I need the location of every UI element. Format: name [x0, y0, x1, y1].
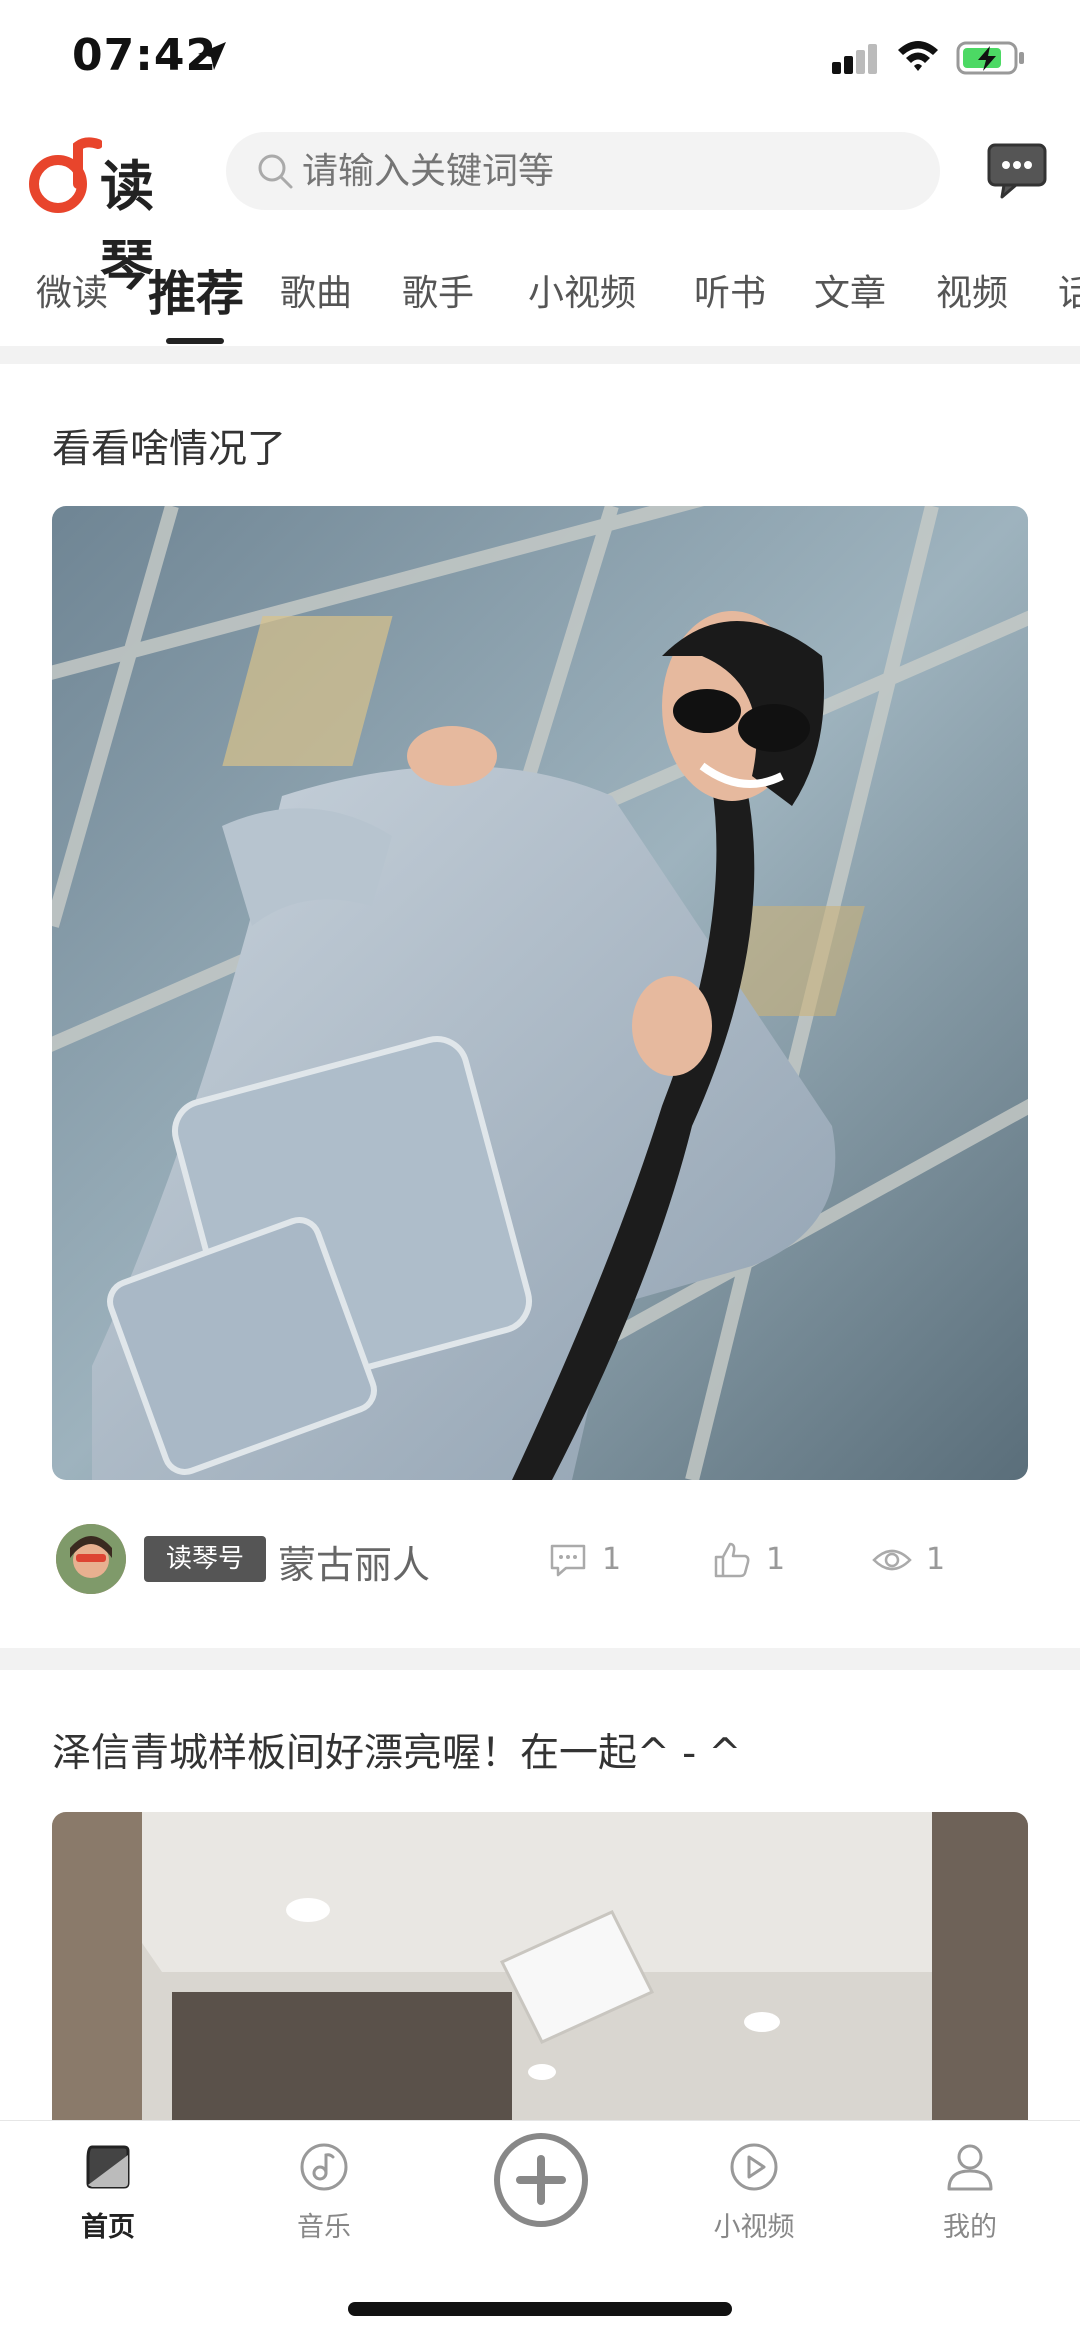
tab-recommend[interactable]: 推荐	[148, 254, 244, 324]
add-icon[interactable]	[492, 2131, 590, 2229]
home-indicator	[348, 2302, 732, 2316]
search-bar[interactable]	[226, 132, 940, 210]
nav-short-video[interactable]: 小视频	[694, 2141, 814, 2261]
section-divider	[0, 346, 1080, 364]
active-tab-indicator	[166, 338, 224, 344]
post-photo	[52, 1812, 1028, 2142]
avatar[interactable]	[56, 1524, 126, 1594]
post-photo	[52, 506, 1028, 1480]
nav-short-video-label: 小视频	[713, 2212, 795, 2243]
nav-home[interactable]: 首页	[48, 2141, 168, 2261]
message-icon[interactable]	[986, 142, 1048, 200]
section-divider	[0, 1648, 1080, 1670]
tab-more[interactable]: 话	[1058, 264, 1080, 316]
app-header: 读琴	[0, 118, 1080, 297]
nav-music[interactable]: 音乐	[264, 2141, 384, 2261]
cellular-signal-icon	[832, 44, 877, 74]
view-count: 1	[926, 1542, 946, 1577]
search-icon	[258, 154, 293, 189]
like-count: 1	[766, 1542, 786, 1577]
search-input[interactable]	[302, 132, 902, 210]
home-icon	[86, 2145, 130, 2189]
app-logo[interactable]: 读琴	[26, 128, 206, 297]
play-icon	[730, 2143, 778, 2191]
tab-audiobooks[interactable]: 听书	[694, 264, 766, 316]
post-title[interactable]: 泽信青城样板间好漂亮喔！在一起^ - ^	[52, 1722, 741, 1778]
post-image[interactable]	[52, 1812, 1028, 2142]
nav-profile-label: 我的	[943, 2212, 997, 2243]
post-title[interactable]: 看看啥情况了	[52, 418, 286, 474]
nav-profile[interactable]: 我的	[910, 2141, 1030, 2261]
location-arrow-icon	[198, 42, 226, 70]
status-bar: 07:42	[0, 0, 1080, 110]
post-meta: 读琴号 蒙古丽人 1 1 1	[52, 1520, 1028, 1600]
thumbs-up-icon	[714, 1542, 750, 1578]
tab-articles[interactable]: 文章	[814, 264, 886, 316]
comment-icon	[550, 1544, 586, 1577]
nav-home-label: 首页	[81, 2212, 135, 2243]
tab-weidu[interactable]: 微读	[36, 264, 108, 316]
music-icon	[300, 2143, 348, 2191]
wifi-icon	[898, 41, 938, 71]
account-badge: 读琴号	[144, 1536, 267, 1582]
tab-songs[interactable]: 歌曲	[280, 264, 352, 316]
profile-icon	[947, 2144, 993, 2191]
category-tabs: 微读 推荐 歌曲 歌手 小视频 听书 文章 视频 话	[0, 246, 1080, 346]
logo-note-icon	[29, 137, 102, 213]
post-image[interactable]	[52, 506, 1028, 1480]
tab-video[interactable]: 视频	[936, 264, 1008, 316]
battery-charging-icon	[956, 41, 1024, 75]
avatar-photo	[56, 1524, 126, 1594]
nav-music-label: 音乐	[297, 2212, 351, 2243]
eye-icon	[872, 1549, 912, 1571]
tab-short-video[interactable]: 小视频	[528, 264, 636, 316]
author-name[interactable]: 蒙古丽人	[278, 1534, 430, 1589]
comment-count: 1	[602, 1542, 622, 1577]
tab-singers[interactable]: 歌手	[402, 264, 474, 316]
